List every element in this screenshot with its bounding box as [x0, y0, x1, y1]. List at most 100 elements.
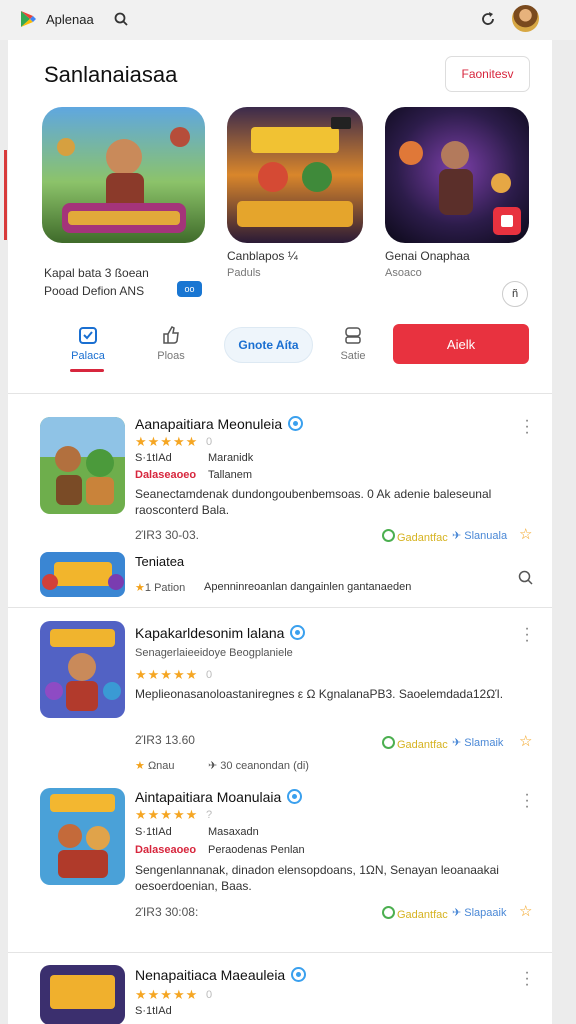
item-date: 2ΊR3 30-03. — [135, 528, 199, 542]
item-title-text: Nenapaitiaca Maeauleia — [135, 967, 286, 983]
rating-count: 0 — [206, 436, 213, 448]
tab-ploas[interactable]: Ploas — [148, 324, 194, 362]
promo-meta-label: Pation — [154, 582, 186, 594]
item-1-description: Seanectamdenak dundongoubenbemsoas. 0 Ak… — [135, 487, 492, 517]
item-date: 2ΊR3 30:08: — [135, 905, 199, 919]
favorite-star-icon[interactable]: ☆ — [519, 525, 532, 543]
tab-label: Ploas — [157, 350, 185, 362]
featured-subcaption-1: Pooad Defion ANS — [44, 284, 145, 298]
tag-chip-label: Slapaaik — [464, 907, 507, 919]
item-4-thumbnail[interactable] — [40, 965, 125, 1024]
status-chip: Gadantfac — [382, 906, 448, 921]
divider — [8, 607, 552, 608]
game-artwork — [385, 107, 529, 243]
item-2-description: Meplieonasanoloastaniregnes ε Ω Kgnalana… — [135, 687, 504, 701]
item-1-thumbnail[interactable] — [40, 417, 125, 514]
user-avatar[interactable] — [512, 5, 539, 32]
divider — [8, 393, 552, 394]
app-name: Aplenaa — [46, 12, 94, 27]
thumbs-up-icon — [163, 326, 179, 344]
page-title: Sanlanaiasaa — [44, 62, 178, 87]
item-meta: Tallanem — [208, 469, 253, 481]
verified-icon — [290, 625, 306, 640]
more-options-icon[interactable]: · · · — [524, 965, 530, 993]
item-1-title[interactable]: Aanapaitiara Meonuleia — [135, 416, 304, 432]
item-meta: ★ Ωnau — [135, 760, 175, 772]
primary-action-button[interactable]: Aielk — [393, 324, 529, 364]
item-title-text: Aanapaitiara Meonuleia — [135, 416, 283, 432]
item-3-title[interactable]: Aintapaitiara Moanulaia — [135, 789, 303, 805]
header-action-button[interactable]: Faonitesv — [445, 56, 530, 92]
featured-subcaption-2: Paduls — [227, 267, 261, 279]
tag-chip-label: Slamaik — [464, 737, 504, 749]
item-meta-label: Ωnau — [147, 760, 175, 772]
more-options-icon[interactable]: · · · — [524, 413, 530, 441]
featured-caption-1: Kapal bata 3 ßoean — [44, 266, 149, 280]
item-meta: ✈ 30 ceanondan (di) — [208, 760, 309, 772]
divider — [8, 952, 552, 953]
item-3-thumbnail[interactable] — [40, 788, 125, 885]
search-icon[interactable] — [517, 569, 535, 587]
item-2-title[interactable]: Kapakarldesonim lalana — [135, 625, 306, 641]
item-title-text: Aintapaitiara Moanulaia — [135, 789, 282, 805]
item-meta: Masaxadn — [208, 826, 259, 838]
promo-title[interactable]: Teniatea — [135, 554, 184, 569]
google-play-icon[interactable] — [18, 9, 38, 29]
rating-stars: ★★★★★ — [135, 434, 199, 449]
tab-satie[interactable]: Satie — [330, 324, 376, 362]
favorite-star-icon[interactable]: ☆ — [519, 902, 532, 920]
featured-card-1[interactable] — [42, 107, 205, 243]
more-options-icon[interactable]: · · · — [524, 621, 530, 649]
verified-icon — [287, 789, 303, 804]
rating-stars: ★★★★★ — [135, 807, 199, 822]
item-2-thumbnail[interactable] — [40, 621, 125, 718]
featured-caption-3: Genai Onaphaa — [385, 249, 470, 263]
game-artwork — [227, 107, 363, 243]
featured-card-2[interactable] — [227, 107, 363, 243]
store-icon — [79, 327, 97, 344]
item-meta: Peraodenas Penlan — [208, 844, 305, 856]
item-meta: S·1tIAd — [135, 1005, 172, 1017]
featured-badge: oo — [177, 281, 202, 297]
more-options-icon[interactable]: · · · — [524, 787, 530, 815]
rating-count: 0 — [206, 669, 213, 681]
tag-chip[interactable]: ✈ Slamaik — [452, 736, 503, 749]
tab-palaca[interactable]: Palaca — [64, 324, 112, 362]
tab-label: Satie — [340, 350, 366, 362]
status-chip: Gadantfac — [382, 736, 448, 751]
rating-stars: ★★★★★ — [135, 667, 199, 682]
item-meta: Maranidk — [208, 452, 254, 464]
rating-count: 0 — [206, 989, 213, 1001]
tag-chip[interactable]: ✈ Slanuala — [452, 529, 507, 542]
rating-stars: ★★★★★ — [135, 987, 199, 1002]
promo-thumbnail[interactable] — [40, 552, 125, 597]
search-icon[interactable] — [112, 10, 132, 30]
item-3-description: Sengenlannanak, dinadon elensopdoans, 1Ω… — [135, 863, 499, 893]
game-artwork — [42, 107, 205, 243]
featured-more-button[interactable]: ñ — [502, 281, 528, 307]
favorite-star-icon[interactable]: ☆ — [519, 732, 532, 750]
top-bar: Aplenaa — [0, 0, 576, 40]
item-meta-label: 30 ceanondan (di) — [220, 760, 309, 772]
game-artwork — [40, 621, 125, 718]
camera-icon — [345, 327, 361, 344]
game-artwork — [40, 552, 125, 597]
game-artwork — [40, 417, 125, 514]
active-tab-indicator — [70, 369, 104, 372]
item-subtitle: Senagerlaieeidoye Beogplaniele — [135, 647, 293, 659]
item-date: 2ΊR3 13.60 — [135, 733, 195, 747]
tag-chip[interactable]: ✈ Slapaaik — [452, 906, 506, 919]
tab-label: Palaca — [71, 350, 105, 362]
item-title-text: Kapakarldesonim lalana — [135, 625, 285, 641]
featured-caption-2: Canblapos ¼ — [227, 249, 298, 263]
refresh-icon[interactable] — [478, 9, 498, 29]
item-tag: Dalaseaoeo — [135, 844, 197, 856]
game-artwork — [40, 788, 125, 885]
item-4-title[interactable]: Nenapaitiaca Maeauleia — [135, 967, 307, 983]
item-meta: S·1tIAd — [135, 826, 172, 838]
tab-gnote-aita[interactable]: Gnote Aíta — [224, 327, 313, 363]
scroll-indicator — [4, 150, 7, 240]
featured-card-3[interactable] — [385, 107, 529, 243]
item-tag: Dalaseaoeo — [135, 469, 197, 481]
status-chip: Gadantfac — [382, 529, 448, 544]
